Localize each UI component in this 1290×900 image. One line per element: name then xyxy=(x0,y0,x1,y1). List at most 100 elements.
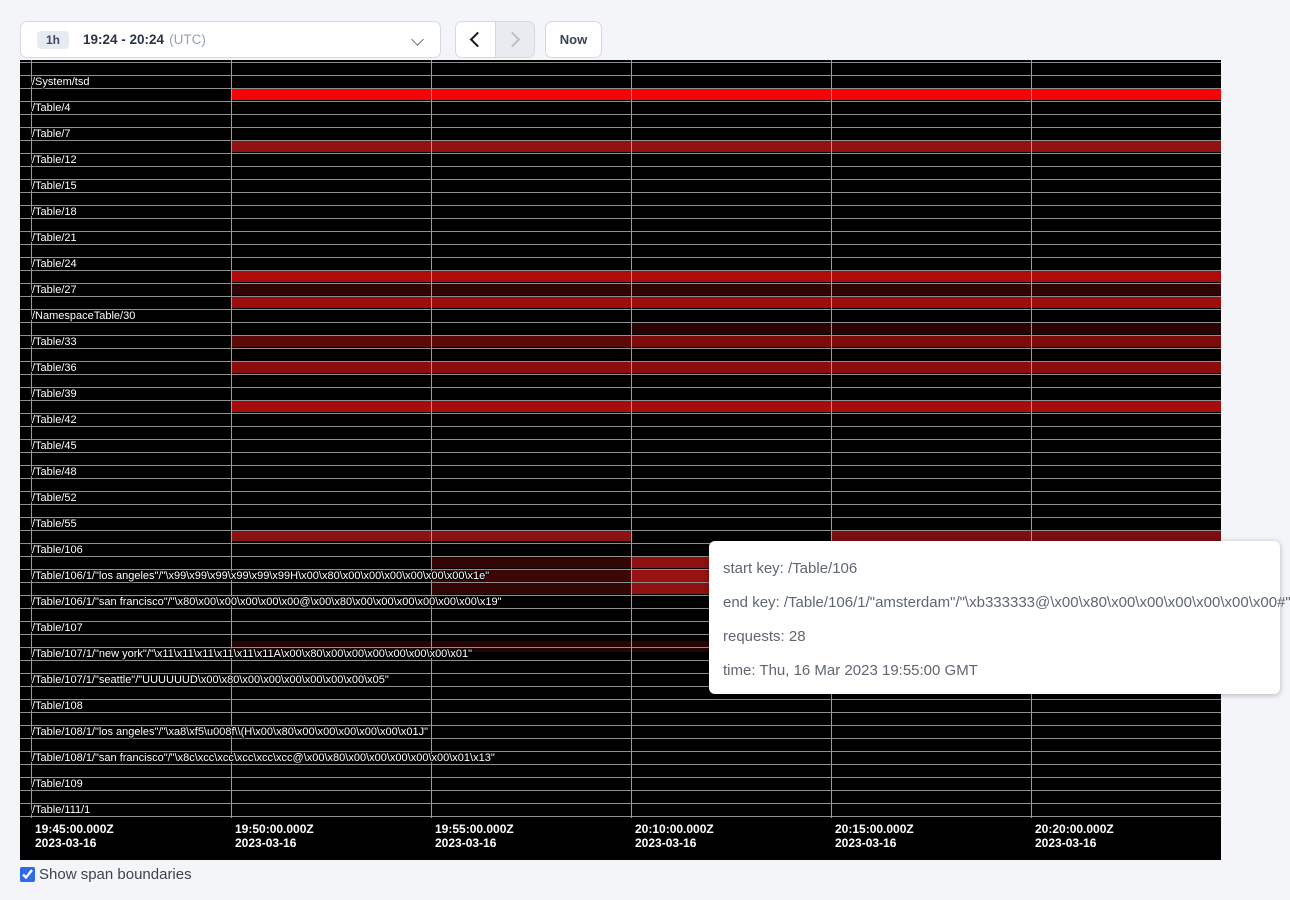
gridline-horizontal xyxy=(20,777,1221,778)
prev-range-button[interactable] xyxy=(456,22,495,57)
time-range-selector[interactable]: 1h 19:24 - 20:24 (UTC) xyxy=(20,21,441,58)
gridline-horizontal xyxy=(20,803,1221,804)
row-label: /Table/7 xyxy=(32,128,71,140)
gridline-horizontal xyxy=(20,309,1221,310)
row-label: /Table/27 xyxy=(32,284,77,296)
gridline-horizontal xyxy=(20,491,1221,492)
gridline-horizontal xyxy=(20,348,1221,349)
gridline-vertical xyxy=(1031,60,1032,818)
gridline-horizontal xyxy=(20,140,1221,141)
gridline-horizontal xyxy=(20,452,1221,453)
now-button[interactable]: Now xyxy=(545,21,602,58)
gridline-horizontal xyxy=(20,75,1221,76)
row-label: /Table/42 xyxy=(32,414,77,426)
row-label: /Table/15 xyxy=(32,180,77,192)
row-label: /Table/33 xyxy=(32,336,77,348)
row-label: /Table/109 xyxy=(32,778,83,790)
gridline-horizontal xyxy=(20,257,1221,258)
x-axis-tick: 20:15:00.000Z 2023-03-16 xyxy=(835,822,914,850)
heat-band xyxy=(231,297,1221,308)
gridline-horizontal xyxy=(20,413,1221,414)
gridline-horizontal xyxy=(20,179,1221,180)
row-label: /Table/55 xyxy=(32,518,77,530)
gridline-horizontal xyxy=(20,361,1221,362)
heat-band xyxy=(631,336,1221,347)
row-label: /Table/107 xyxy=(32,622,83,634)
heat-band xyxy=(831,530,1221,541)
row-label: /Table/36 xyxy=(32,362,77,374)
gridline-horizontal xyxy=(20,192,1221,193)
row-label: /Table/108/1/"san francisco"/"\x8c\xcc\x… xyxy=(32,752,495,764)
row-label: /Table/45 xyxy=(32,440,77,452)
heat-band xyxy=(631,323,1221,334)
row-label: /System/tsd xyxy=(32,76,89,88)
gridline-horizontal xyxy=(20,218,1221,219)
show-span-boundaries-checkbox[interactable] xyxy=(20,867,35,882)
tooltip-start-key: start key: /Table/106 xyxy=(723,552,1266,586)
gridline-horizontal xyxy=(20,374,1221,375)
gridline-horizontal xyxy=(20,790,1221,791)
x-axis-tick: 19:50:00.000Z 2023-03-16 xyxy=(235,822,314,850)
row-label: /Table/12 xyxy=(32,154,77,166)
row-label: /NamespaceTable/30 xyxy=(32,310,135,322)
gridline-horizontal xyxy=(20,816,1221,817)
gridline-horizontal xyxy=(20,62,1221,63)
gridline-horizontal xyxy=(20,426,1221,427)
row-label: /Table/108 xyxy=(32,700,83,712)
gridline-horizontal xyxy=(20,283,1221,284)
row-label: /Table/111/1 xyxy=(32,804,90,816)
heatmap-canvas[interactable]: /System/tsd/Table/4/Table/7/Table/12/Tab… xyxy=(20,60,1221,860)
chevron-right-icon xyxy=(505,32,521,48)
tooltip-time: time: Thu, 16 Mar 2023 19:55:00 GMT xyxy=(723,654,1266,688)
row-label: /Table/4 xyxy=(32,102,71,114)
heat-band xyxy=(231,141,1221,152)
gridline-horizontal xyxy=(20,764,1221,765)
gridline-horizontal xyxy=(20,387,1221,388)
gridline-horizontal xyxy=(20,166,1221,167)
gridline-horizontal xyxy=(20,504,1221,505)
gridline-horizontal xyxy=(20,244,1221,245)
gridline-horizontal xyxy=(20,88,1221,89)
row-label: /Table/39 xyxy=(32,388,77,400)
gridline-horizontal xyxy=(20,127,1221,128)
x-axis-tick: 19:55:00.000Z 2023-03-16 xyxy=(435,822,514,850)
gridline-horizontal xyxy=(20,400,1221,401)
row-label: /Table/106/1/"san francisco"/"\x80\x00\x… xyxy=(32,596,502,608)
next-range-button-disabled[interactable] xyxy=(495,22,535,57)
gridline-vertical xyxy=(431,60,432,818)
gridline-horizontal xyxy=(20,153,1221,154)
gridline-horizontal xyxy=(20,335,1221,336)
chevron-down-icon xyxy=(411,33,424,46)
heat-band xyxy=(231,362,1221,373)
row-label: /Table/21 xyxy=(32,232,77,244)
gridline-horizontal xyxy=(20,114,1221,115)
show-span-boundaries-toggle[interactable]: Show span boundaries xyxy=(20,866,192,883)
gridline-horizontal xyxy=(20,465,1221,466)
gridline-horizontal xyxy=(20,530,1221,531)
heat-band xyxy=(231,284,1221,295)
row-label: /Table/24 xyxy=(32,258,77,270)
gridline-horizontal xyxy=(20,101,1221,102)
gridline-vertical xyxy=(231,60,232,818)
gridline-horizontal xyxy=(20,439,1221,440)
gridline-horizontal xyxy=(20,699,1221,700)
row-label: /Table/48 xyxy=(32,466,77,478)
row-label: /Table/18 xyxy=(32,206,77,218)
chevron-left-icon xyxy=(469,32,485,48)
gridline-horizontal xyxy=(20,738,1221,739)
row-label: /Table/52 xyxy=(32,492,77,504)
span-tooltip: start key: /Table/106 end key: /Table/10… xyxy=(709,541,1280,694)
range-text: 19:24 - 20:24 xyxy=(83,32,164,47)
gridline-vertical xyxy=(831,60,832,818)
heat-band xyxy=(231,89,1221,100)
gridline-horizontal xyxy=(20,712,1221,713)
heat-band xyxy=(231,401,1221,412)
row-label: /Table/106 xyxy=(32,544,83,556)
x-axis-tick: 19:45:00.000Z 2023-03-16 xyxy=(35,822,114,850)
tooltip-requests: requests: 28 xyxy=(723,620,1266,654)
row-label: /Table/107/1/"new york"/"\x11\x11\x11\x1… xyxy=(32,648,472,660)
gridline-horizontal xyxy=(20,205,1221,206)
range-duration-badge: 1h xyxy=(37,31,69,49)
gridline-horizontal xyxy=(20,296,1221,297)
time-nav-group xyxy=(455,21,535,58)
